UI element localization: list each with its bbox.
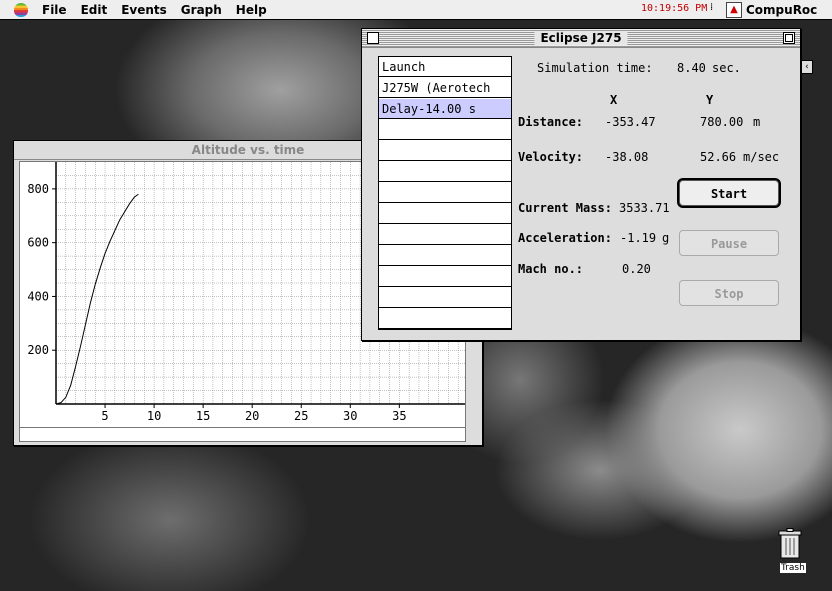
acceleration-value: -1.19 <box>620 231 657 245</box>
y-tick-label: 200 <box>27 343 49 357</box>
column-x-header: X <box>610 93 618 107</box>
x-tick-label: 10 <box>147 409 161 423</box>
distance-x-value: -353.47 <box>605 115 656 129</box>
event-list-row[interactable] <box>379 204 511 224</box>
trash-label: Trash <box>780 563 806 573</box>
sim-time-value: 8.40 <box>677 61 706 75</box>
graph-window-title: Altitude vs. time <box>185 143 311 157</box>
distance-y-value: 780.00 <box>700 115 744 129</box>
mass-label: Current Mass: <box>518 201 612 215</box>
altitude-series-line <box>55 193 139 405</box>
distance-label: Distance: <box>518 115 584 129</box>
zoom-box-icon[interactable] <box>783 32 795 44</box>
apple-menu-icon[interactable] <box>14 2 28 17</box>
event-list-row[interactable] <box>379 246 511 266</box>
distance-unit: m <box>753 115 761 129</box>
x-tick-label: 15 <box>196 409 210 423</box>
event-list-row[interactable]: Launch <box>379 57 511 77</box>
simulation-window: Eclipse J275 Launch J275W (Aerotech Delay-… <box>361 28 801 341</box>
mach-value: 0.20 <box>622 262 651 276</box>
rocket-app-icon[interactable]: ▲ <box>726 2 742 18</box>
pause-button[interactable]: Pause <box>679 230 779 256</box>
x-tick-label: 25 <box>294 409 308 423</box>
x-tick-label: 20 <box>245 409 259 423</box>
stop-button[interactable]: Stop <box>679 280 779 306</box>
window-edge-tab[interactable]: ‹ <box>801 60 813 74</box>
event-list-row[interactable]: J275W (Aerotech <box>379 78 511 98</box>
sim-time-label: Simulation time: <box>537 61 653 75</box>
application-menu[interactable]: CompuRoc <box>746 3 817 17</box>
event-list-row[interactable] <box>379 141 511 161</box>
event-list-row[interactable] <box>379 267 511 287</box>
sim-window-titlebar[interactable]: Eclipse J275 <box>362 29 800 48</box>
trash-icon[interactable] <box>778 528 802 560</box>
menu-bar: File Edit Events Graph Help 10:19:56 PM … <box>0 0 832 20</box>
y-tick-label: 400 <box>27 289 49 303</box>
menu-help[interactable]: Help <box>236 3 267 17</box>
acceleration-label: Acceleration: <box>518 231 612 245</box>
column-y-header: Y <box>706 93 714 107</box>
velocity-unit: m/sec <box>743 150 780 164</box>
x-tick-label: 35 <box>392 409 406 423</box>
velocity-label: Velocity: <box>518 150 584 164</box>
event-list-row[interactable] <box>379 225 511 245</box>
event-list: Launch J275W (Aerotech Delay-14.00 s <box>378 56 512 330</box>
x-tick-label: 5 <box>101 409 108 423</box>
acceleration-unit: g <box>662 231 670 245</box>
menu-separator: ⁞ <box>710 2 714 13</box>
event-list-row[interactable] <box>379 183 511 203</box>
event-list-row[interactable] <box>379 162 511 182</box>
menu-edit[interactable]: Edit <box>81 3 108 17</box>
sim-time-unit: sec. <box>712 61 741 75</box>
menu-file[interactable]: File <box>42 3 67 17</box>
sim-window-title: Eclipse J275 <box>534 31 628 45</box>
x-tick-label: 30 <box>343 409 357 423</box>
start-button[interactable]: Start <box>679 180 779 206</box>
close-box-icon[interactable] <box>367 32 379 44</box>
graph-horizontal-scrollbar[interactable] <box>19 427 466 442</box>
menu-events[interactable]: Events <box>121 3 167 17</box>
menu-clock[interactable]: 10:19:56 PM <box>641 3 707 14</box>
mass-value: 3533.71 <box>619 201 670 215</box>
velocity-y-value: 52.66 <box>700 150 737 164</box>
event-list-row[interactable] <box>379 120 511 140</box>
y-tick-label: 600 <box>27 236 49 250</box>
y-tick-label: 800 <box>27 182 49 196</box>
event-list-row[interactable] <box>379 309 511 329</box>
mach-label: Mach no.: <box>518 262 584 276</box>
velocity-x-value: -38.08 <box>605 150 649 164</box>
event-list-row[interactable] <box>379 288 511 308</box>
event-list-row[interactable]: Delay-14.00 s <box>379 99 511 119</box>
menu-graph[interactable]: Graph <box>181 3 222 17</box>
